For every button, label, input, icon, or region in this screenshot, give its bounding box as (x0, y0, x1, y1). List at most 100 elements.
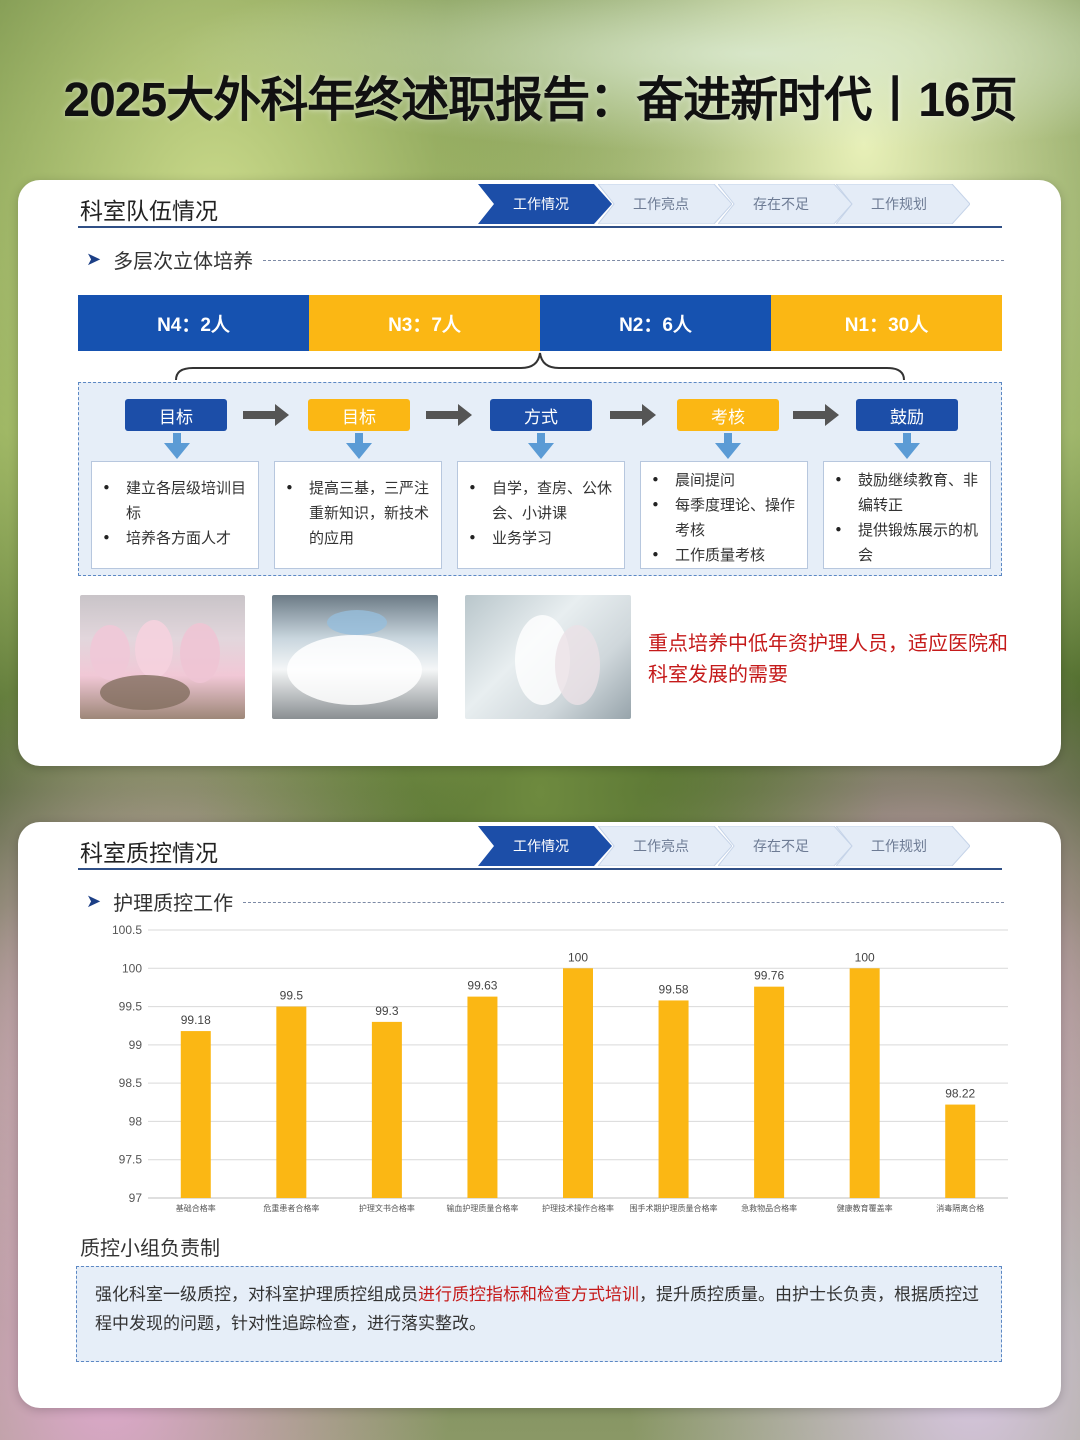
list-item: 业务学习 (464, 526, 616, 551)
qc-description: 强化科室一级质控，对科室护理质控组成员进行质控指标和检查方式培训，提升质控质量。… (76, 1266, 1002, 1362)
training-flow: 目标 目标 方式 考核 鼓励 建立各层级培训目标 培养各方面人才 提高三基，三严… (78, 382, 1002, 576)
data-label: 99.76 (754, 969, 784, 983)
qc-text: 强化科室一级质控，对科室护理质控组成员 (95, 1285, 418, 1305)
bar (754, 986, 785, 1198)
tab-work-status[interactable]: 工作情况 (478, 184, 612, 224)
x-tick-label: 围手术期护理质量合格率 (630, 1203, 718, 1213)
arrow-down-icon (894, 433, 920, 459)
slide-team-card: 科室队伍情况 工作情况 工作亮点 存在不足 工作规划 ➤ 多层次立体培养 N4：… (18, 180, 1061, 766)
list-item: 晨间提问 (647, 468, 799, 493)
x-tick-label: 输血护理质量合格率 (446, 1203, 518, 1213)
bar (658, 1000, 689, 1198)
ward-photo (465, 595, 631, 719)
x-tick-label: 基础合格率 (176, 1203, 216, 1213)
step-goal: 目标 (125, 399, 227, 431)
data-label: 99.58 (659, 982, 689, 996)
bar (945, 1104, 976, 1198)
page-title: 2025大外科年终述职报告：奋进新时代丨16页 (63, 74, 1017, 127)
arrow-right-icon (426, 404, 472, 426)
arrow-down-icon (715, 433, 741, 459)
section-title: 科室队伍情况 (80, 199, 218, 225)
level-n3: N3：7人 (309, 295, 540, 351)
level-n1: N1：30人 (771, 295, 1002, 351)
tab-planning[interactable]: 工作规划 (836, 826, 970, 866)
dashed-divider (243, 901, 1004, 903)
nav-tabs: 工作情况 工作亮点 存在不足 工作规划 (478, 184, 998, 224)
bar (371, 1021, 402, 1198)
step-goal-2: 目标 (308, 399, 410, 431)
x-tick-label: 护理文书合格率 (359, 1203, 415, 1213)
list-item: 每季度理论、操作考核 (647, 493, 799, 543)
detail-box-encouragement: 鼓励继续教育、非编转正 提供锻炼展示的机会 (823, 461, 991, 569)
data-label: 99.18 (181, 1013, 211, 1027)
group-photo (272, 595, 438, 719)
list-item: 工作质量考核 (647, 543, 799, 568)
bar (849, 968, 880, 1198)
step-method: 方式 (490, 399, 592, 431)
level-n2: N2：6人 (540, 295, 771, 351)
list-item: 建立各层级培训目标 (98, 476, 250, 526)
tab-shortcomings[interactable]: 存在不足 (718, 826, 852, 866)
tab-highlights[interactable]: 工作亮点 (598, 826, 732, 866)
qc-subtitle: 质控小组负责制 (80, 1236, 220, 1260)
tab-work-status[interactable]: 工作情况 (478, 826, 612, 866)
subheading: 多层次立体培养 (113, 248, 254, 273)
subheading-row: ➤ 护理质控工作 (86, 886, 1004, 916)
qc-bar-chart: 97 97.5 98 98.5 99 99.5 100 100.5 99.18 基础合格率 99.5… (78, 922, 1008, 1222)
training-photo (80, 595, 245, 719)
arrow-right-icon (793, 404, 839, 426)
arrow-right-icon (243, 404, 289, 426)
list-item: 提供锻炼展示的机会 (830, 518, 982, 568)
subheading-row: ➤ 多层次立体培养 (86, 244, 1004, 274)
dashed-divider (263, 259, 1004, 261)
x-tick-label: 护理技术操作合格率 (542, 1203, 614, 1213)
y-tick-label: 99 (129, 1038, 143, 1052)
data-label: 99.5 (280, 989, 304, 1003)
x-tick-label: 危重患者合格率 (263, 1203, 319, 1213)
level-bar: N4：2人 N3：7人 N2：6人 N1：30人 (78, 295, 1002, 351)
data-label: 98.22 (945, 1087, 975, 1101)
subheading: 护理质控工作 (113, 890, 234, 915)
brace-connector (175, 352, 905, 381)
y-tick-label: 97 (129, 1191, 143, 1205)
arrow-down-icon (164, 433, 190, 459)
y-tick-label: 98.5 (119, 1076, 143, 1090)
bar (563, 968, 593, 1198)
data-label: 100 (568, 950, 588, 964)
arrow-right-icon (610, 404, 656, 426)
tab-shortcomings[interactable]: 存在不足 (718, 184, 852, 224)
header-divider (78, 226, 1002, 228)
list-item: 培养各方面人才 (98, 526, 250, 551)
y-tick-label: 99.5 (119, 1000, 143, 1014)
chart-svg: 97 97.5 98 98.5 99 99.5 100 100.5 99.18 基础合格率 99.5… (112, 923, 1008, 1213)
list-item: 鼓励继续教育、非编转正 (830, 468, 982, 518)
slide-qc-card: 科室质控情况 工作情况 工作亮点 存在不足 工作规划 ➤ 护理质控工作 97 97… (18, 822, 1061, 1408)
bar (467, 996, 498, 1198)
list-item: 提高三基，三严注重新知识，新技术的应用 (281, 476, 433, 551)
tab-planning[interactable]: 工作规划 (836, 184, 970, 224)
step-encouragement: 鼓励 (856, 399, 958, 431)
detail-box-goal-2: 提高三基，三严注重新知识，新技术的应用 (274, 461, 442, 569)
x-tick-label: 健康教育覆盖率 (837, 1203, 893, 1213)
bar (180, 1031, 211, 1198)
bar (276, 1006, 307, 1198)
y-tick-label: 98 (129, 1114, 143, 1128)
arrow-down-icon (346, 433, 372, 459)
data-label: 100 (855, 950, 875, 964)
step-assessment: 考核 (677, 399, 779, 431)
data-label: 99.63 (467, 979, 497, 993)
x-tick-label: 消毒隔离合格 (936, 1203, 984, 1213)
chevron-right-icon: ➤ (86, 248, 102, 270)
nav-tabs: 工作情况 工作亮点 存在不足 工作规划 (478, 826, 998, 866)
level-n4: N4：2人 (78, 295, 309, 351)
data-label: 99.3 (375, 1004, 399, 1018)
qc-text-highlight: 进行质控指标和检查方式培训 (418, 1285, 639, 1305)
detail-box-goal: 建立各层级培训目标 培养各方面人才 (91, 461, 259, 569)
y-tick-label: 97.5 (119, 1153, 143, 1167)
tab-highlights[interactable]: 工作亮点 (598, 184, 732, 224)
x-tick-label: 急救物品合格率 (741, 1203, 797, 1213)
detail-box-assessment: 晨间提问 每季度理论、操作考核 工作质量考核 (640, 461, 808, 569)
list-item: 自学，查房、公休会、小讲课 (464, 476, 616, 526)
arrow-down-icon (528, 433, 554, 459)
y-tick-label: 100.5 (112, 923, 142, 937)
